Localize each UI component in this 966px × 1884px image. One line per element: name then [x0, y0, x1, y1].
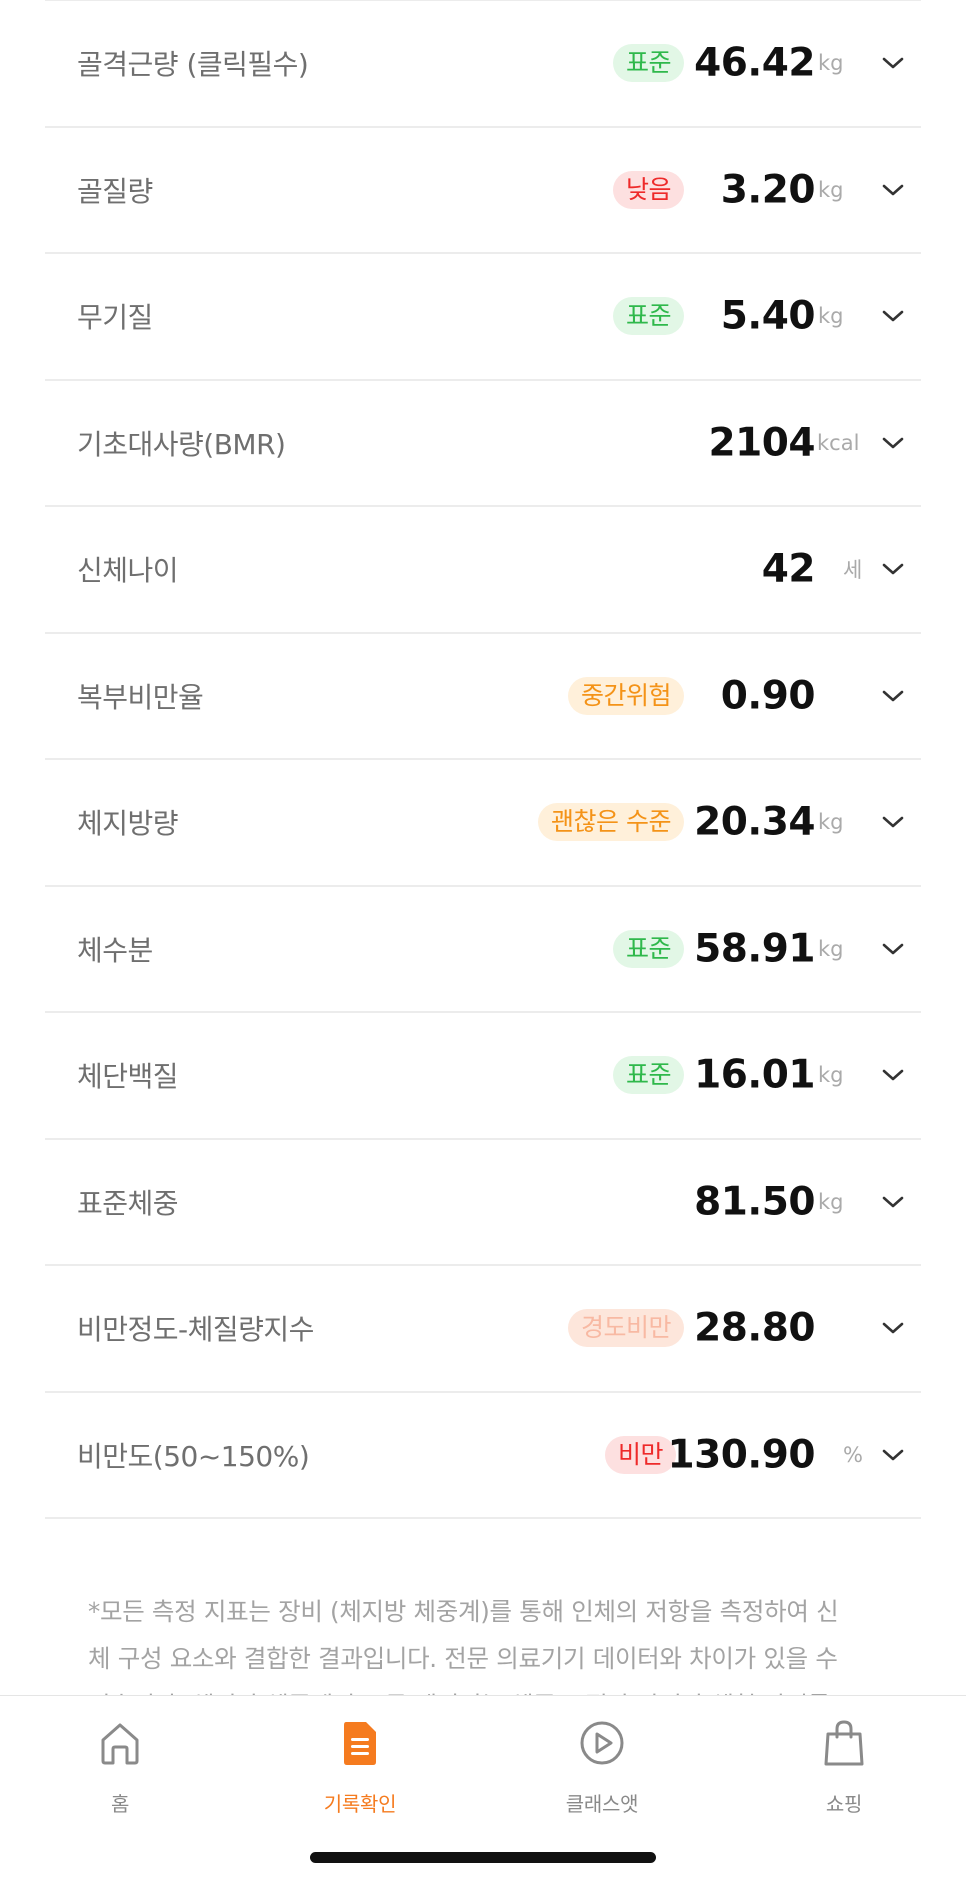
chevron-down-icon[interactable]	[881, 561, 905, 577]
metric-row-body-age[interactable]: 신체나이 42 세	[45, 507, 921, 634]
tab-shopping[interactable]: 쇼핑	[774, 1696, 914, 1816]
tab-label: 기록확인	[323, 1792, 397, 1816]
metric-label: 비만도(50~150%)	[77, 1439, 310, 1473]
status-badge: 표준	[612, 929, 684, 968]
status-badge: 비만	[604, 1435, 676, 1474]
chevron-down-icon[interactable]	[881, 688, 905, 704]
body-composition-list: 골격근량 (클릭필수) 표준 46.42 kg 골질량 낮음 3.20 kg 무…	[0, 0, 966, 1519]
app-screen: 골격근량 (클릭필수) 표준 46.42 kg 골질량 낮음 3.20 kg 무…	[0, 0, 966, 1884]
status-badge: 낮음	[612, 170, 684, 209]
metric-label: 체수분	[77, 933, 153, 967]
tab-label: 홈	[110, 1792, 130, 1816]
metric-value: 46.42	[694, 40, 815, 86]
metric-value: 81.50	[694, 1179, 815, 1225]
metric-value: 20.34	[694, 799, 815, 845]
metric-row-bone-mass[interactable]: 골질량 낮음 3.20 kg	[45, 128, 921, 254]
disclaimer-line: *모든 측정 지표는 장비 (체지방 체중계)를 통해 인체의 저항을 측정하여…	[88, 1597, 839, 1626]
metric-value: 5.40	[720, 293, 816, 339]
metric-row-skeletal-muscle[interactable]: 골격근량 (클릭필수) 표준 46.42 kg	[45, 1, 921, 128]
status-badge: 중간위험	[567, 676, 684, 715]
chevron-down-icon[interactable]	[881, 55, 905, 71]
disclaimer-line: 체 구성 요소와 결합한 결과입니다. 전문 의료기기 데이터와 차이가 있을 …	[88, 1644, 838, 1673]
chevron-down-icon[interactable]	[881, 182, 905, 198]
document-icon	[344, 1722, 376, 1765]
metric-label: 표준체중	[77, 1186, 179, 1220]
tab-records[interactable]: 기록확인	[290, 1696, 430, 1816]
chevron-down-icon[interactable]	[881, 941, 905, 957]
metric-label: 체단백질	[77, 1060, 179, 1094]
metric-label: 골질량	[77, 174, 153, 208]
metric-label: 복부비만율	[77, 680, 204, 714]
metric-row-bmr[interactable]: 기초대사량(BMR) 2104 kcal	[45, 381, 921, 507]
metric-unit: kg	[818, 1189, 844, 1214]
metric-unit: kcal	[817, 430, 860, 455]
chevron-down-icon[interactable]	[881, 308, 905, 324]
tab-home[interactable]: 홈	[50, 1696, 190, 1816]
chevron-down-icon[interactable]	[881, 1194, 905, 1210]
chevron-down-icon[interactable]	[881, 814, 905, 830]
chevron-down-icon[interactable]	[881, 1320, 905, 1336]
metric-row-body-protein[interactable]: 체단백질 표준 16.01 kg	[45, 1013, 921, 1140]
metric-value: 0.90	[720, 673, 816, 719]
status-badge: 표준	[612, 1056, 684, 1095]
status-badge: 경도비만	[567, 1309, 684, 1348]
metric-label: 기초대사량(BMR)	[77, 427, 286, 461]
status-badge: 표준	[612, 44, 684, 83]
home-icon	[101, 1723, 139, 1765]
metric-row-body-water[interactable]: 체수분 표준 58.91 kg	[45, 887, 921, 1013]
tab-label: 클래스앳	[565, 1792, 639, 1816]
metric-unit: kg	[818, 51, 844, 76]
metric-value: 58.91	[694, 926, 815, 972]
metric-value: 3.20	[720, 167, 816, 213]
metric-row-standard-weight[interactable]: 표준체중 81.50 kg	[45, 1140, 921, 1266]
metric-row-obesity-degree[interactable]: 비만도(50~150%) 비만 130.90 %	[45, 1393, 921, 1519]
home-indicator	[310, 1852, 656, 1863]
metric-row-bmi[interactable]: 비만정도-체질량지수 경도비만 28.80	[45, 1266, 921, 1393]
metric-value: 16.01	[694, 1052, 815, 1098]
status-badge: 괜찮은 수준	[538, 803, 684, 842]
metric-value: 28.80	[694, 1305, 815, 1351]
shopping-bag-icon	[824, 1720, 864, 1766]
metric-label: 무기질	[77, 301, 153, 335]
play-circle-icon	[580, 1721, 624, 1765]
chevron-down-icon[interactable]	[881, 1447, 905, 1463]
metric-unit: kg	[818, 936, 844, 961]
metric-label: 비만정도-체질량지수	[77, 1313, 314, 1347]
metric-label: 골격근량 (클릭필수)	[77, 48, 309, 82]
metric-label: 신체나이	[77, 554, 179, 588]
metric-value: 42	[761, 546, 816, 592]
metric-value: 130.90	[667, 1432, 816, 1478]
metric-label: 체지방량	[77, 807, 179, 841]
metric-row-body-fat-mass[interactable]: 체지방량 괜찮은 수준 20.34 kg	[45, 760, 921, 887]
metric-row-minerals[interactable]: 무기질 표준 5.40 kg	[45, 254, 921, 381]
status-badge: 표준	[612, 297, 684, 336]
metric-unit: 세	[843, 558, 863, 583]
metric-unit: kg	[818, 810, 844, 835]
metric-value: 2104	[708, 420, 815, 466]
tab-class[interactable]: 클래스앳	[532, 1696, 672, 1816]
chevron-down-icon[interactable]	[881, 1067, 905, 1083]
metric-row-abdominal-obesity[interactable]: 복부비만율 중간위험 0.90	[45, 634, 921, 760]
metric-unit: kg	[818, 1063, 844, 1088]
tab-label: 쇼핑	[825, 1792, 863, 1816]
metric-unit: kg	[818, 177, 844, 202]
chevron-down-icon[interactable]	[881, 435, 905, 451]
metric-unit: kg	[818, 304, 844, 329]
metric-unit: %	[843, 1442, 863, 1467]
